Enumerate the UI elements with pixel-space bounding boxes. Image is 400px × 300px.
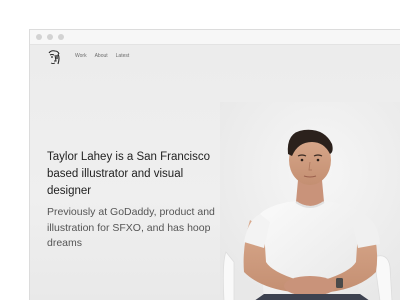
main-nav: Work About Latest	[75, 53, 129, 59]
window-close-dot[interactable]	[36, 34, 42, 40]
browser-window: Work About Latest Taylor Lahey is a San …	[29, 29, 400, 300]
browser-titlebar	[30, 30, 400, 45]
hero-headline: Taylor Lahey is a San Francisco based il…	[47, 151, 210, 197]
face-sketch-icon[interactable]	[45, 49, 63, 67]
screenshot-stage: Work About Latest Taylor Lahey is a San …	[0, 0, 400, 300]
portrait-photo	[220, 102, 400, 300]
nav-item-about[interactable]: About	[95, 53, 108, 59]
nav-item-work[interactable]: Work	[75, 53, 87, 59]
hero-subline: Previously at GoDaddy, product and illus…	[47, 206, 215, 249]
nav-item-latest[interactable]: Latest	[116, 53, 130, 59]
window-minimize-dot[interactable]	[47, 34, 53, 40]
page-content: Work About Latest Taylor Lahey is a San …	[30, 45, 400, 300]
window-maximize-dot[interactable]	[58, 34, 64, 40]
